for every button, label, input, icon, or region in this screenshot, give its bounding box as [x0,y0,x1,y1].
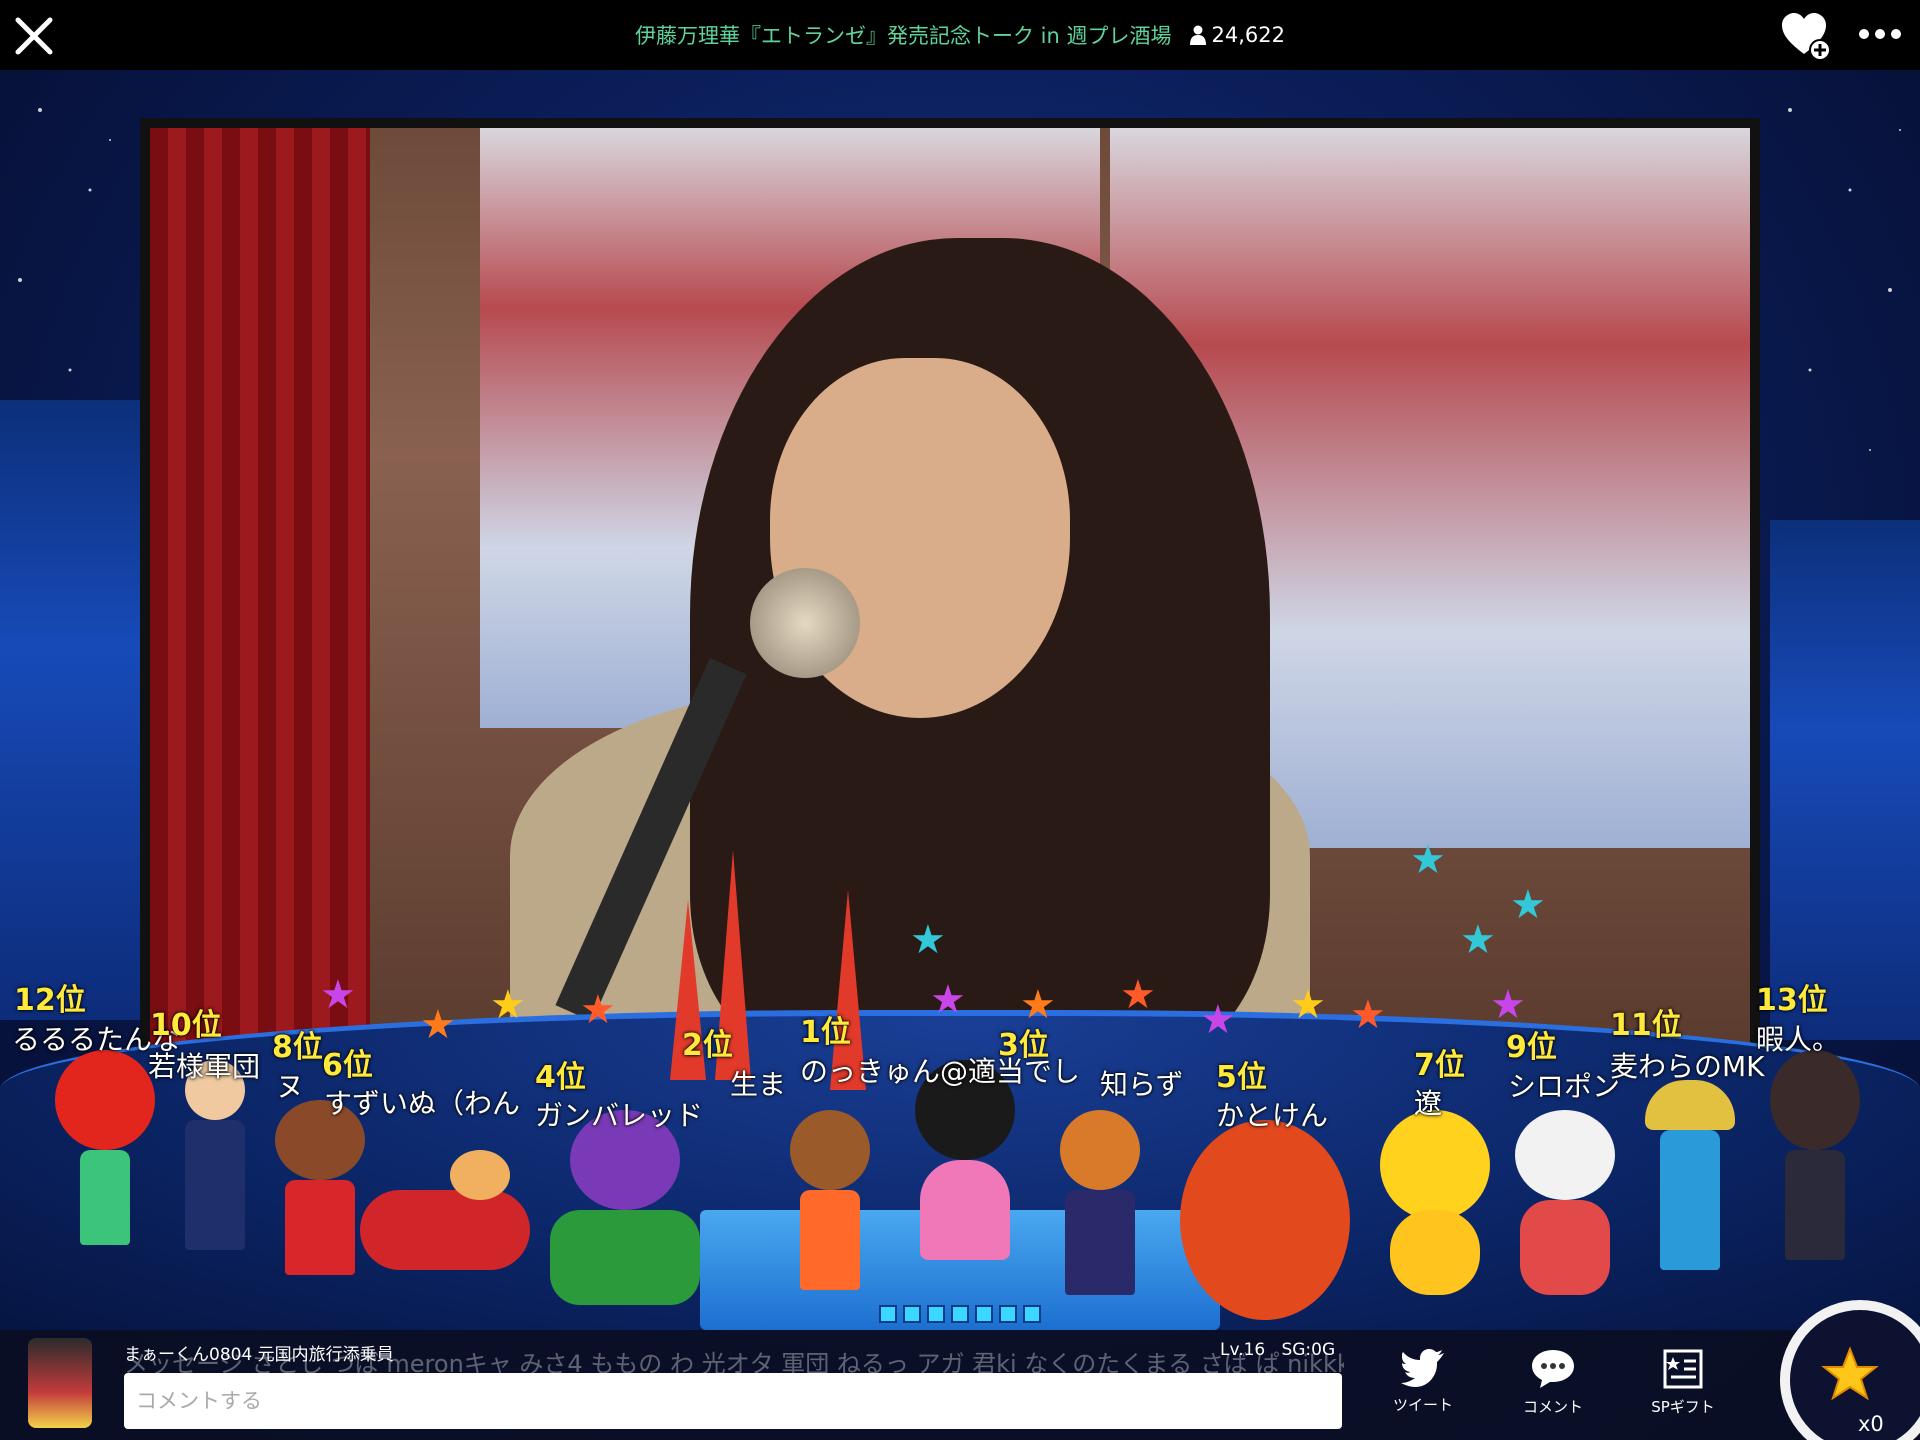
city-skyline-right [1770,520,1920,1040]
sp-gift-button[interactable]: SPギフト [1628,1348,1738,1434]
rank-4: 4位 [535,1060,586,1095]
star-icon: ★ [1460,917,1496,963]
user-level-value: Lv.16 [1220,1340,1266,1360]
avatar-school-girl[interactable] [1760,1050,1870,1270]
broadcast-title: 伊藤万理華『エトランゼ』発売記念トーク in 週プレ酒場 [635,24,1172,48]
comment-label: コメント [1522,1398,1583,1416]
rank-11-name[interactable]: 麦わらのMK [1610,1045,1765,1085]
rank-9-name[interactable]: シロポン [1508,1065,1620,1105]
rank-1: 1位 [800,1015,851,1050]
star-icon: ★ [320,972,356,1018]
sp-gift-label: SPギフト [1651,1398,1715,1416]
avatar-scooter[interactable] [360,1150,530,1280]
user-sg-value: SG:0G [1281,1340,1336,1360]
microphone [750,568,860,678]
favorite-button[interactable] [1780,10,1832,62]
broadcast-title-area: 伊藤万理華『エトランゼ』発売記念トーク in 週プレ酒場 24,622 [0,0,1920,70]
rank-9: 9位 [1506,1030,1557,1065]
comment-button[interactable]: コメント [1498,1348,1608,1434]
avatar-glasses-man[interactable] [1050,1110,1150,1300]
star-icon: ★ [930,977,966,1023]
comment-input[interactable] [124,1373,1342,1429]
more-options-button[interactable] [1850,14,1910,54]
star-icon: ★ [1200,997,1236,1043]
rank-7: 7位 [1414,1048,1465,1083]
rank-13-name[interactable]: 暇人。 [1756,1018,1840,1058]
rank-5-name[interactable]: かとけん [1216,1094,1328,1134]
rank-8-name[interactable]: ヌ [276,1065,304,1105]
more-dots-icon [1859,29,1869,39]
tweet-button[interactable]: ツイート [1368,1348,1478,1434]
avatar-chick[interactable] [1370,1110,1500,1300]
avatar-lucky-cat[interactable] [1510,1110,1620,1300]
rank-10-name[interactable]: 若様軍団 [148,1045,260,1085]
rank-4-name[interactable]: ガンバレッド [535,1094,703,1134]
rank-11: 11位 [1610,1008,1682,1043]
rank-10: 10位 [150,1008,222,1043]
rank-6-name[interactable]: すずいぬ（わん [324,1082,520,1122]
user-name: まぁーくん0804 元国内旅行添乗員 [124,1345,394,1365]
red-curtain [150,128,370,1058]
rank-6: 6位 [322,1048,373,1083]
rank-7-name[interactable]: 遼 [1414,1082,1442,1122]
avatar-daruma[interactable] [1180,1120,1350,1330]
star-icon: ★ [490,982,526,1028]
tweet-label: ツイート [1392,1396,1453,1414]
avatar-suit[interactable] [170,1060,260,1260]
avatar-princess[interactable] [900,1060,1030,1260]
close-button[interactable] [8,10,60,62]
rank-12: 12位 [14,983,86,1018]
avatar-purple-monster[interactable] [540,1110,710,1310]
heart-plus-icon [1782,13,1831,61]
star-icon: ★ [1120,972,1156,1018]
star-icon: ★ [420,1002,456,1048]
avatar-straw-hat[interactable] [1640,1080,1740,1280]
avatar[interactable] [28,1338,92,1428]
star-icon [1821,1346,1879,1401]
avatar-red-afro[interactable] [50,1050,160,1250]
twitter-icon [1401,1349,1444,1387]
star-icon: ★ [580,987,616,1033]
star-icon: ★ [910,917,946,963]
city-skyline-left [0,400,150,1020]
rank-13: 13位 [1756,983,1828,1018]
sp-gift-icon [1663,1349,1703,1389]
top-bar: 伊藤万理華『エトランゼ』発売記念トーク in 週プレ酒場 24,622 [0,0,1920,70]
user-level: Lv.16 SG:0G [1220,1340,1335,1360]
person-icon [1189,25,1206,45]
rank-3-name[interactable]: 知らず [1100,1063,1183,1103]
rank-3: 3位 [998,1028,1049,1063]
close-icon [15,17,53,55]
star-icon: ★ [1350,992,1386,1038]
star-icon: ★ [1490,982,1526,1028]
star-count: x0 [1858,1412,1884,1436]
stage-lights [870,1305,1050,1331]
viewer-count: 24,622 [1189,23,1285,47]
star-icon: ★ [1410,837,1446,883]
speech-bubble-icon [1532,1350,1574,1388]
rank-2-name[interactable]: 生ま [730,1063,786,1103]
star-icon: ★ [1290,982,1326,1028]
rank-2: 2位 [682,1028,733,1063]
viewer-count-value: 24,622 [1211,23,1285,47]
avatar-boy[interactable] [780,1110,880,1300]
rank-8: 8位 [272,1030,323,1065]
rank-5: 5位 [1216,1060,1267,1095]
star-icon: ★ [1510,882,1546,928]
star-icon: ★ [1020,982,1056,1028]
